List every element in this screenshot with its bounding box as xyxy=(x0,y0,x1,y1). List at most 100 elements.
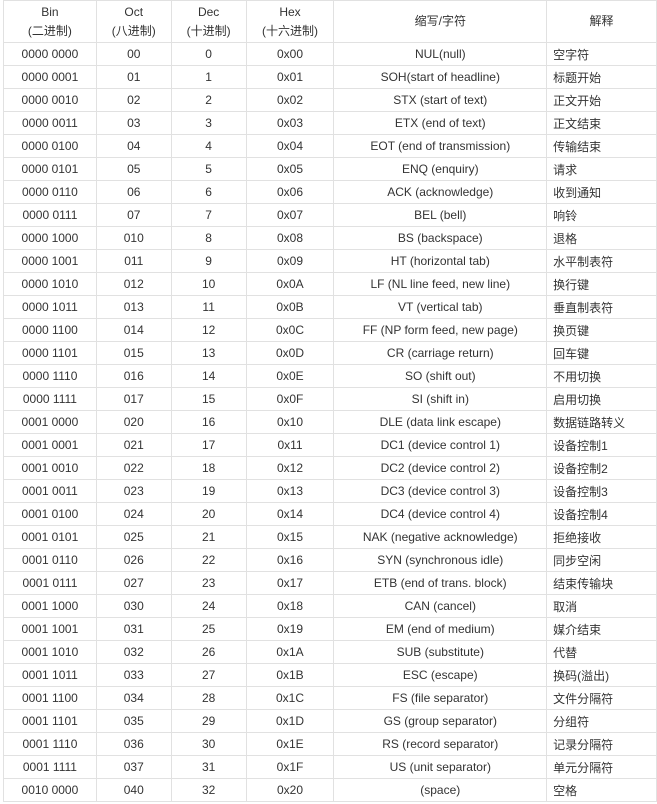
cell-abbreviation: SUB (substitute) xyxy=(333,640,548,664)
cell-bin: 0000 0011 xyxy=(3,111,97,135)
cell-description: 水平制表符 xyxy=(546,249,657,273)
cell-bin: 0001 1010 xyxy=(3,640,97,664)
cell-description: 同步空闲 xyxy=(546,548,657,572)
cell-hex: 0x19 xyxy=(245,617,335,641)
table-row: 0000 1100 014 12 0x0C FF (NP form feed, new … xyxy=(3,318,657,342)
cell-oct: 026 xyxy=(95,548,172,572)
cell-description: 收到通知 xyxy=(546,180,657,204)
header-oct-subtitle: (八进制) xyxy=(111,23,156,38)
cell-bin: 0001 0000 xyxy=(3,410,97,434)
cell-description: 垂直制表符 xyxy=(546,295,657,319)
table-row: 0001 1010 032 26 0x1A SUB (substitute) 代替 xyxy=(3,640,657,664)
cell-dec: 0 xyxy=(170,42,247,66)
cell-hex: 0x17 xyxy=(245,571,335,595)
cell-abbreviation: BEL (bell) xyxy=(333,203,548,227)
cell-bin: 0000 0111 xyxy=(3,203,97,227)
cell-dec: 29 xyxy=(170,709,247,733)
cell-description: 设备控制3 xyxy=(546,479,657,503)
cell-oct: 06 xyxy=(95,180,172,204)
cell-description: 启用切换 xyxy=(546,387,657,411)
cell-oct: 017 xyxy=(95,387,172,411)
cell-description: 文件分隔符 xyxy=(546,686,657,710)
cell-oct: 033 xyxy=(95,663,172,687)
cell-oct: 01 xyxy=(95,65,172,89)
cell-dec: 14 xyxy=(170,364,247,388)
cell-oct: 032 xyxy=(95,640,172,664)
cell-dec: 17 xyxy=(170,433,247,457)
cell-description: 不用切换 xyxy=(546,364,657,388)
table-row: 0001 1100 034 28 0x1C FS (file separator) 文件分… xyxy=(3,686,657,710)
cell-hex: 0x04 xyxy=(245,134,335,158)
cell-description: 数据链路转义 xyxy=(546,410,657,434)
header-bin: Bin (二进制) xyxy=(3,0,97,43)
cell-hex: 0x1C xyxy=(245,686,335,710)
header-oct: Oct (八进制) xyxy=(95,0,172,43)
cell-dec: 7 xyxy=(170,203,247,227)
cell-description: 设备控制1 xyxy=(546,433,657,457)
header-oct-title: Oct xyxy=(124,4,144,19)
cell-hex: 0x11 xyxy=(245,433,335,457)
table-row: 0001 1111 037 31 0x1F US (unit separator) 单元分… xyxy=(3,755,657,779)
table-row: 0000 1000 010 8 0x08 BS (backspace) 退格 xyxy=(3,226,657,250)
cell-dec: 20 xyxy=(170,502,247,526)
cell-hex: 0x0C xyxy=(245,318,335,342)
cell-dec: 8 xyxy=(170,226,247,250)
table-row: 0001 0100 024 20 0x14 DC4 (device control 4)… xyxy=(3,502,657,526)
cell-description: 标题开始 xyxy=(546,65,657,89)
cell-hex: 0x18 xyxy=(245,594,335,618)
cell-hex: 0x0A xyxy=(245,272,335,296)
header-description: 解释 xyxy=(546,0,657,43)
table-row: 0001 0000 020 16 0x10 DLE (data link escape)… xyxy=(3,410,657,434)
cell-abbreviation: HT (horizontal tab) xyxy=(333,249,548,273)
table-row: 0000 0110 06 6 0x06 ACK (acknowledge) 收到通知 xyxy=(3,180,657,204)
cell-bin: 0000 0110 xyxy=(3,180,97,204)
cell-abbreviation: STX (start of text) xyxy=(333,88,548,112)
cell-bin: 0001 0001 xyxy=(3,433,97,457)
cell-oct: 034 xyxy=(95,686,172,710)
cell-description: 设备控制2 xyxy=(546,456,657,480)
header-dec-title: Dec xyxy=(197,4,220,19)
cell-abbreviation: ESC (escape) xyxy=(333,663,548,687)
table-row: 0000 0010 02 2 0x02 STX (start of text) 正文开始 xyxy=(3,88,657,112)
cell-bin: 0000 1010 xyxy=(3,272,97,296)
cell-dec: 22 xyxy=(170,548,247,572)
cell-oct: 025 xyxy=(95,525,172,549)
cell-description: 传输结束 xyxy=(546,134,657,158)
header-hex-subtitle: (十六进制) xyxy=(262,23,318,38)
cell-hex: 0x14 xyxy=(245,502,335,526)
cell-bin: 0000 0010 xyxy=(3,88,97,112)
cell-abbreviation: US (unit separator) xyxy=(333,755,548,779)
cell-dec: 28 xyxy=(170,686,247,710)
cell-hex: 0x02 xyxy=(245,88,335,112)
cell-oct: 022 xyxy=(95,456,172,480)
cell-hex: 0x0D xyxy=(245,341,335,365)
cell-oct: 07 xyxy=(95,203,172,227)
cell-bin: 0001 0101 xyxy=(3,525,97,549)
cell-hex: 0x1F xyxy=(245,755,335,779)
cell-bin: 0000 1000 xyxy=(3,226,97,250)
cell-hex: 0x08 xyxy=(245,226,335,250)
cell-oct: 037 xyxy=(95,755,172,779)
cell-bin: 0001 1110 xyxy=(3,732,97,756)
cell-hex: 0x20 xyxy=(245,778,335,802)
cell-hex: 0x16 xyxy=(245,548,335,572)
cell-bin: 0000 0000 xyxy=(3,42,97,66)
table-row: 0001 1110 036 30 0x1E RS (record separator) 记… xyxy=(3,732,657,756)
cell-abbreviation: BS (backspace) xyxy=(333,226,548,250)
cell-oct: 031 xyxy=(95,617,172,641)
cell-abbreviation: NUL(null) xyxy=(333,42,548,66)
cell-description: 结束传输块 xyxy=(546,571,657,595)
table-row: 0000 1011 013 11 0x0B VT (vertical tab) 垂直制表符 xyxy=(3,295,657,319)
table-row: 0001 0110 026 22 0x16 SYN (synchronous idle)… xyxy=(3,548,657,572)
cell-abbreviation: EOT (end of transmission) xyxy=(333,134,548,158)
table-row: 0001 0001 021 17 0x11 DC1 (device control 1)… xyxy=(3,433,657,457)
cell-description: 回车键 xyxy=(546,341,657,365)
cell-dec: 31 xyxy=(170,755,247,779)
cell-description: 拒绝接收 xyxy=(546,525,657,549)
cell-bin: 0000 0100 xyxy=(3,134,97,158)
cell-bin: 0010 0000 xyxy=(3,778,97,802)
cell-dec: 15 xyxy=(170,387,247,411)
cell-hex: 0x06 xyxy=(245,180,335,204)
cell-bin: 0000 1100 xyxy=(3,318,97,342)
cell-hex: 0x09 xyxy=(245,249,335,273)
